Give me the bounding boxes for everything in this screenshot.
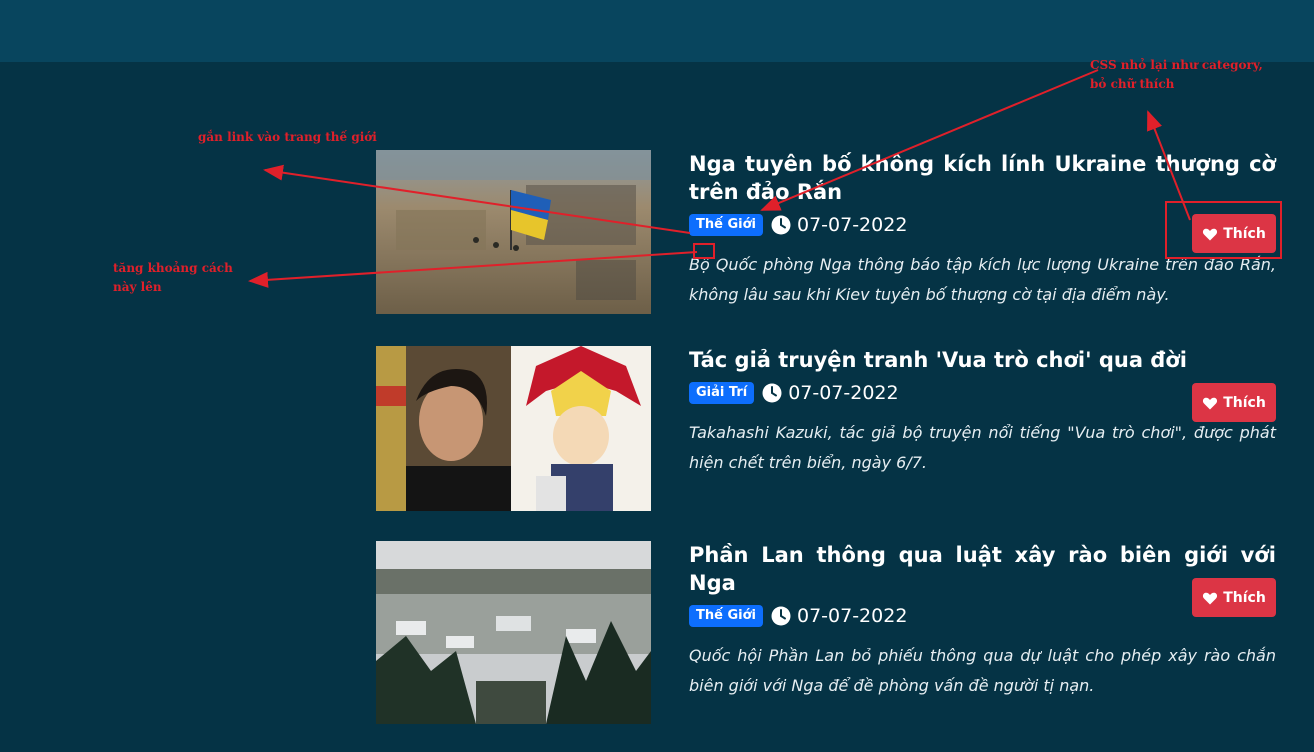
- article-content: Tác giả truyện tranh 'Vua trò chơi' qua …: [689, 346, 1276, 478]
- like-label: Thích: [1223, 394, 1266, 411]
- article-meta: Thế Giới 07-07-2022: [689, 601, 1276, 631]
- clock-icon: [771, 606, 791, 626]
- annotation-spacing-line: này lên: [113, 280, 162, 294]
- article-thumbnail[interactable]: [376, 346, 651, 511]
- like-button[interactable]: Thích: [1192, 578, 1276, 617]
- article-description: Bộ Quốc phòng Nga thông báo tập kích lực…: [689, 255, 1276, 304]
- top-navbar: [0, 0, 1314, 62]
- article-thumbnail[interactable]: [376, 150, 651, 314]
- article-item: Nga tuyên bố không kích lính Ukraine thư…: [376, 150, 1276, 314]
- category-badge[interactable]: Giải Trí: [689, 382, 755, 404]
- article-item: Tác giả truyện tranh 'Vua trò chơi' qua …: [376, 346, 1276, 511]
- article-description: Quốc hội Phần Lan bỏ phiếu thông qua dự …: [689, 646, 1276, 695]
- author-manga-image: [376, 346, 651, 511]
- article-date: 07-07-2022: [796, 214, 908, 236]
- article-date: 07-07-2022: [796, 605, 908, 627]
- article-title[interactable]: Nga tuyên bố không kích lính Ukraine thư…: [689, 150, 1276, 206]
- article-title[interactable]: Phần Lan thông qua luật xây rào biên giớ…: [689, 541, 1276, 597]
- like-label: Thích: [1223, 589, 1266, 606]
- article-thumbnail[interactable]: [376, 541, 651, 724]
- heart-icon: [1203, 592, 1218, 604]
- island-flag-image: [376, 150, 651, 314]
- like-label: Thích: [1223, 225, 1266, 242]
- article-date: 07-07-2022: [788, 382, 899, 404]
- finland-town-image: [376, 541, 651, 724]
- annotation-spacing-line: tăng khoảng cách: [113, 261, 233, 275]
- category-badge[interactable]: Thế Giới: [689, 605, 763, 627]
- article-item: Phần Lan thông qua luật xây rào biên giớ…: [376, 541, 1276, 724]
- like-button[interactable]: Thích: [1192, 214, 1276, 253]
- article-content: Phần Lan thông qua luật xây rào biên giớ…: [689, 541, 1276, 701]
- like-button[interactable]: Thích: [1192, 383, 1276, 422]
- annotation-css-line: CSS nhỏ lại như category,: [1090, 58, 1263, 72]
- article-content: Nga tuyên bố không kích lính Ukraine thư…: [689, 150, 1276, 310]
- annotation-link-note: gắn link vào trang thế giới: [198, 130, 377, 144]
- annotation-css-note: CSS nhỏ lại như category, bỏ chữ thích: [1090, 56, 1263, 94]
- heart-icon: [1203, 228, 1218, 240]
- heart-icon: [1203, 397, 1218, 409]
- category-badge[interactable]: Thế Giới: [689, 214, 763, 236]
- article-title[interactable]: Tác giả truyện tranh 'Vua trò chơi' qua …: [689, 346, 1276, 374]
- article-meta: Thế Giới 07-07-2022: [689, 210, 1276, 240]
- annotation-css-line: bỏ chữ thích: [1090, 77, 1175, 91]
- article-meta: Giải Trí 07-07-2022: [689, 378, 1276, 408]
- annotation-spacing-note: tăng khoảng cách này lên: [113, 259, 233, 297]
- clock-icon: [771, 215, 791, 235]
- clock-icon: [762, 383, 782, 403]
- article-description: Takahashi Kazuki, tác giả bộ truyện nổi …: [689, 423, 1276, 472]
